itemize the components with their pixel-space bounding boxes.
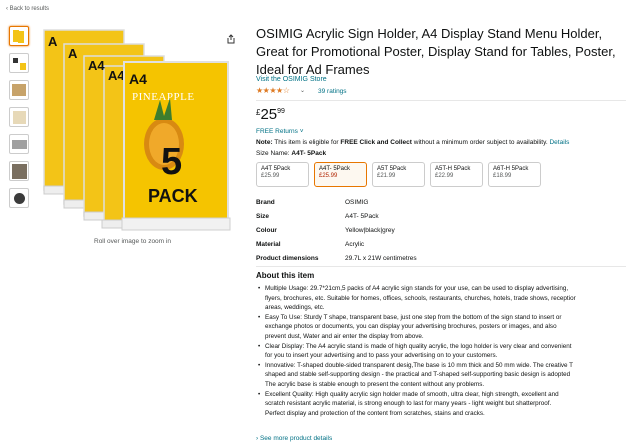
variant-name: A5T-H 5Pack — [435, 166, 471, 172]
thumbnail-1[interactable] — [9, 26, 29, 46]
variant-price: £22.99 — [435, 173, 454, 179]
svg-text:A4: A4 — [108, 68, 125, 83]
details-link[interactable]: Details — [549, 139, 569, 146]
spec-value: OSIMIG — [345, 198, 369, 206]
variant-price: £21.99 — [377, 173, 396, 179]
main-product-image[interactable]: A A A4 A4 A4 PINEAPPLE 5 PACK — [36, 24, 232, 236]
click-collect-note: Note: This item is eligible for FREE Cli… — [256, 139, 569, 146]
note-text: This item is eligible for — [272, 139, 341, 146]
price: £2599 — [256, 106, 285, 124]
sign-pack-word: PACK — [148, 186, 198, 206]
note-bold: FREE Click and Collect — [340, 139, 412, 146]
product-specs-table: Brand OSIMIG Size A4T- 5Pack Colour Yellow|… — [256, 195, 417, 265]
size-name: Size Name: A4T- 5Pack — [256, 150, 326, 157]
variant-option[interactable]: A4T 5Pack £25.99 — [256, 162, 309, 187]
zoom-hint: Roll over image to zoom in — [94, 238, 171, 245]
about-bullet-list: Multiple Usage: 29.7*21cm,5 packs of A4 … — [256, 284, 628, 418]
svg-text:A4: A4 — [88, 58, 105, 73]
divider — [256, 100, 626, 101]
spec-value: Acrylic — [345, 240, 365, 248]
chevron-down-icon[interactable]: ⌄ — [300, 87, 305, 94]
free-returns-link[interactable]: FREE Returns ˅ — [256, 128, 304, 135]
note-prefix: Note: — [256, 139, 273, 146]
list-item: Clear Display: The A4 acrylic stand is m… — [258, 342, 628, 361]
variant-price: £25.99 — [319, 173, 338, 179]
thumbnail-5[interactable] — [9, 134, 29, 154]
size-name-value: A4T- 5Pack — [291, 150, 327, 157]
spec-key: Size — [256, 212, 270, 220]
divider — [256, 266, 626, 267]
price-fraction: 99 — [277, 108, 285, 115]
variant-name: A6T-H 5Pack — [493, 166, 529, 172]
spec-key: Product dimensions — [256, 254, 319, 262]
variant-option[interactable]: A5T 5Pack £21.99 — [372, 162, 425, 187]
thumbnail-strip — [9, 26, 31, 215]
sign-brand-word: PINEAPPLE — [132, 91, 195, 103]
thumbnail-7[interactable] — [9, 188, 29, 208]
svg-text:A: A — [48, 34, 58, 49]
list-item: Easy To Use: Sturdy T shape, transparent… — [258, 313, 628, 342]
product-title: OSIMIG Acrylic Sign Holder, A4 Display S… — [256, 26, 616, 77]
price-whole: 25 — [260, 106, 278, 123]
front-sign: A4 PINEAPPLE 5 PACK — [121, 61, 231, 231]
ratings-count-link[interactable]: 39 ratings — [318, 88, 347, 95]
spec-value: A4T- 5Pack — [345, 212, 379, 220]
thumbnail-6[interactable] — [9, 161, 29, 181]
size-name-label: Size Name: — [256, 150, 292, 157]
variant-option[interactable]: A6T-H 5Pack £18.99 — [488, 162, 541, 187]
thumbnail-3[interactable] — [9, 80, 29, 100]
list-item: Excellent Quality: High quality acrylic … — [258, 390, 628, 419]
spec-key: Colour — [256, 226, 277, 234]
svg-text:A: A — [68, 46, 78, 61]
variant-option[interactable]: A5T-H 5Pack £22.99 — [430, 162, 483, 187]
note-rest: without a minimum order subject to avail… — [411, 139, 550, 146]
back-to-results-link[interactable]: ‹ Back to results — [6, 6, 49, 12]
spec-row: Material Acrylic — [256, 237, 417, 251]
store-link[interactable]: Visit the OSIMIG Store — [256, 76, 327, 83]
size-variant-selector: A4T 5Pack £25.99 A4T- 5Pack £25.99 A5T 5Pa… — [256, 162, 541, 187]
sign-size-label: A4 — [129, 71, 147, 87]
spec-row: Colour Yellow|black|grey — [256, 223, 417, 237]
thumbnail-4[interactable] — [9, 107, 29, 127]
see-more-details-link[interactable]: › See more product details — [256, 435, 332, 442]
list-item: Innovative: T-shaped double-sided transp… — [258, 361, 628, 390]
variant-option-selected[interactable]: A4T- 5Pack £25.99 — [314, 162, 367, 187]
spec-value: 29.7L x 21W centimetres — [345, 254, 417, 262]
spec-key: Material — [256, 240, 281, 248]
variant-name: A4T 5Pack — [261, 166, 291, 172]
about-heading: About this item — [256, 271, 315, 280]
share-icon[interactable] — [226, 34, 236, 44]
spec-key: Brand — [256, 198, 275, 206]
star-rating[interactable]: ★★★★☆ — [256, 86, 290, 95]
list-item: Multiple Usage: 29.7*21cm,5 packs of A4 … — [258, 284, 628, 313]
spec-value: Yellow|black|grey — [345, 226, 395, 234]
variant-price: £25.99 — [261, 173, 280, 179]
variant-name: A5T 5Pack — [377, 166, 407, 172]
spec-row: Size A4T- 5Pack — [256, 209, 417, 223]
spec-row: Brand OSIMIG — [256, 195, 417, 209]
price-currency: £ — [256, 108, 261, 117]
thumbnail-2[interactable] — [9, 53, 29, 73]
variant-name: A4T- 5Pack — [319, 166, 351, 172]
spec-row: Product dimensions 29.7L x 21W centimetre… — [256, 251, 417, 265]
variant-price: £18.99 — [493, 173, 512, 179]
sign-count: 5 — [161, 141, 182, 183]
